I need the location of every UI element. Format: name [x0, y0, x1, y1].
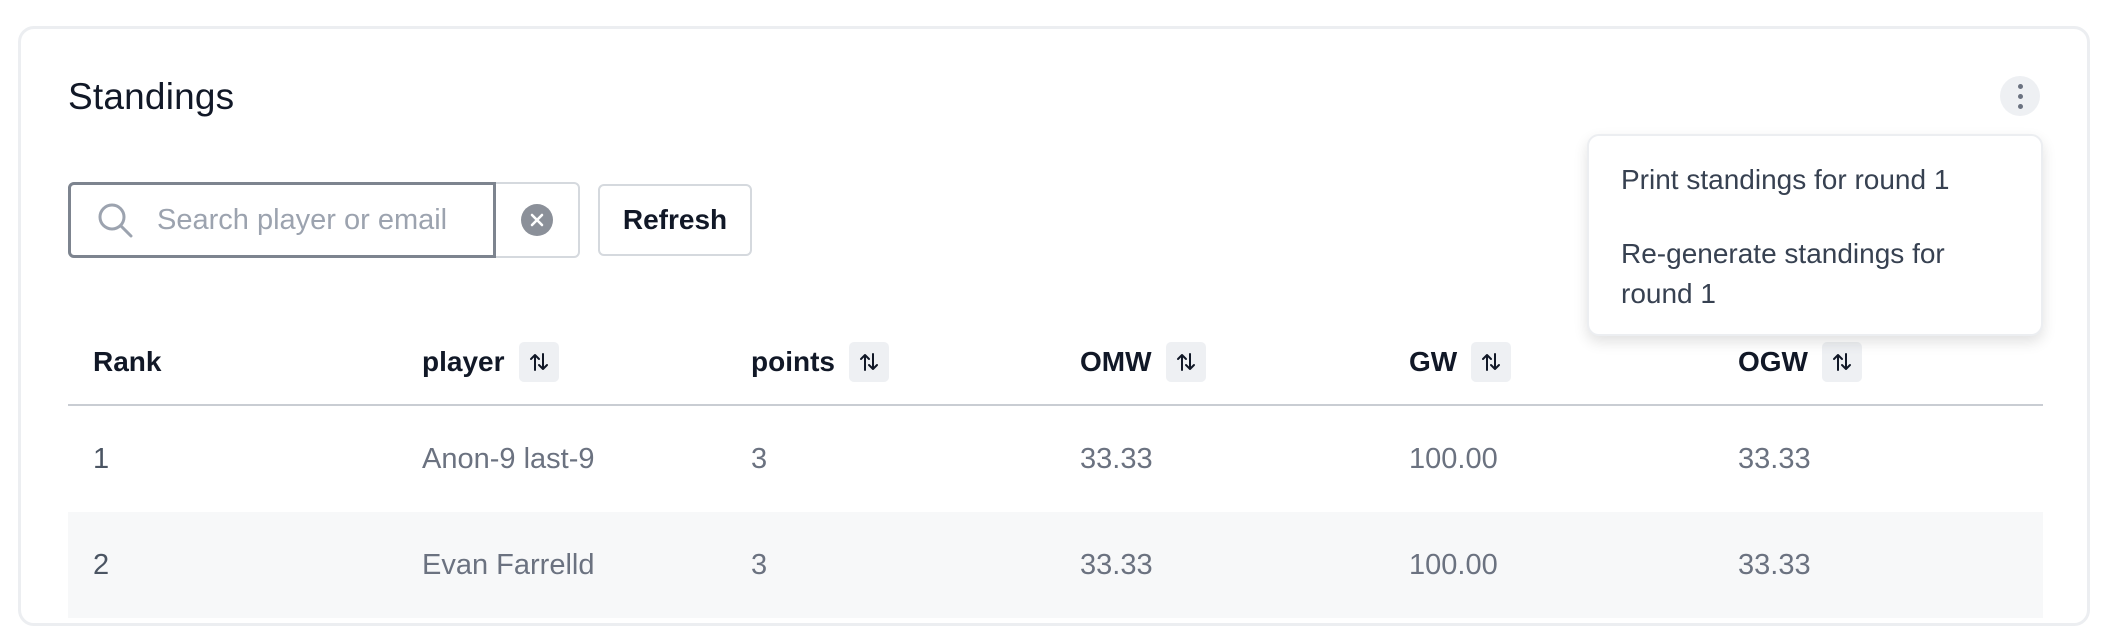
clear-search-button[interactable]: [496, 184, 578, 256]
cell-points: 3: [751, 442, 768, 475]
menu-item-print-standings[interactable]: Print standings for round 1: [1621, 160, 2021, 200]
kebab-dot: [2017, 83, 2023, 89]
cell-rank: 2: [93, 548, 110, 581]
column-header-rank: Rank: [68, 346, 397, 378]
column-label: GW: [1409, 346, 1458, 377]
standings-table: Rank player points OMW GW OGW 1 Anon-9 l…: [68, 320, 2043, 618]
options-dropdown-menu: Print standings for round 1 Re-generate …: [1587, 134, 2043, 336]
cell-omw: 33.33: [1080, 548, 1153, 581]
cell-points: 3: [751, 548, 768, 581]
column-label: player: [422, 346, 505, 377]
cell-player: Evan Farrelld: [422, 548, 595, 581]
column-header-ogw: OGW: [1713, 342, 2042, 382]
sort-points-button[interactable]: [849, 342, 889, 382]
sort-player-button[interactable]: [518, 342, 559, 382]
column-label: OGW: [1738, 346, 1808, 377]
sort-icon: [1176, 353, 1195, 371]
kebab-dot: [2017, 93, 2023, 99]
clear-icon: [521, 204, 553, 236]
cell-rank: 1: [93, 442, 110, 475]
sort-gw-button[interactable]: [1471, 342, 1512, 382]
sort-icon: [1482, 353, 1501, 371]
kebab-dot: [2017, 103, 2023, 109]
search-input[interactable]: [155, 202, 479, 238]
column-header-omw: OMW: [1055, 342, 1384, 382]
column-header-gw: GW: [1384, 342, 1713, 382]
search-group: [68, 182, 580, 258]
sort-ogw-button[interactable]: [1822, 342, 1862, 382]
cell-gw: 100.00: [1409, 442, 1498, 475]
more-options-button[interactable]: [2000, 76, 2040, 116]
page-title: Standings: [68, 76, 235, 117]
search-icon: [95, 200, 135, 240]
sort-icon: [529, 353, 548, 371]
search-box[interactable]: [68, 182, 496, 258]
menu-item-regenerate-standings[interactable]: Re-generate standings for round 1: [1621, 234, 2001, 314]
cell-player: Anon-9 last-9: [422, 442, 595, 475]
cell-ogw: 33.33: [1738, 442, 1811, 475]
cell-ogw: 33.33: [1738, 548, 1811, 581]
table-row: 2 Evan Farrelld 3 33.33 100.00 33.33: [68, 512, 2043, 618]
sort-icon: [1833, 353, 1851, 371]
column-label: points: [751, 346, 835, 377]
sort-omw-button[interactable]: [1165, 342, 1206, 382]
sort-icon: [860, 353, 878, 371]
table-row: 1 Anon-9 last-9 3 33.33 100.00 33.33: [68, 406, 2043, 512]
column-label: Rank: [93, 346, 162, 377]
cell-omw: 33.33: [1080, 442, 1153, 475]
column-header-player: player: [397, 342, 726, 382]
cell-gw: 100.00: [1409, 548, 1498, 581]
column-label: OMW: [1080, 346, 1152, 377]
column-header-points: points: [726, 342, 1055, 382]
refresh-button[interactable]: Refresh: [598, 184, 752, 256]
